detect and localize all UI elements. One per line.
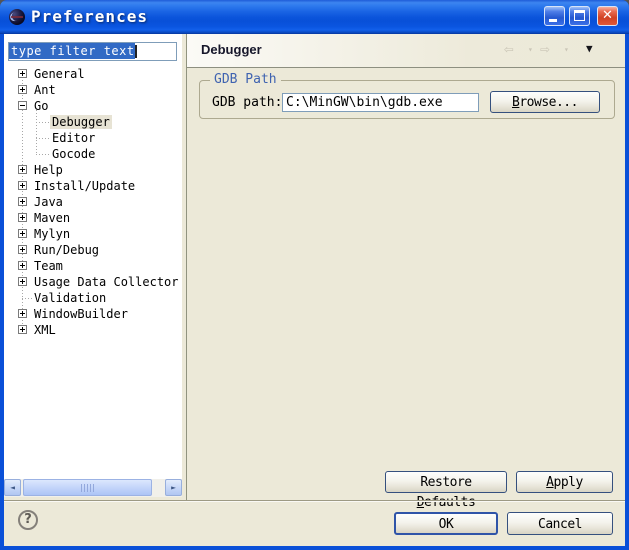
preferences-dialog: Preferences type filter text GeneralAntG… <box>0 0 629 550</box>
tree-expander-run-debug-icon[interactable] <box>18 245 27 254</box>
tree-item-go[interactable]: Go <box>32 99 50 113</box>
tree-row: Install/Update <box>4 178 182 194</box>
tree-item-team[interactable]: Team <box>32 259 65 273</box>
help-icon[interactable]: ? <box>18 510 38 530</box>
scrollbar-thumb[interactable] <box>23 479 152 496</box>
tree-item-general[interactable]: General <box>32 67 87 81</box>
tree-row: Debugger <box>4 114 182 130</box>
tree-item-editor[interactable]: Editor <box>50 131 97 145</box>
tree-row: Maven <box>4 210 182 226</box>
tree-expander-mylyn-icon[interactable] <box>18 229 27 238</box>
horizontal-scrollbar[interactable]: ◄ ► <box>4 479 182 497</box>
tree-item-install-update[interactable]: Install/Update <box>32 179 137 193</box>
page-title: Debugger <box>201 42 262 57</box>
tree-item-validation[interactable]: Validation <box>32 291 108 305</box>
tree-item-usage-data-collector[interactable]: Usage Data Collector <box>32 275 181 289</box>
minimize-button[interactable] <box>544 6 565 26</box>
back-dropdown-icon[interactable]: ▾ <box>528 45 533 54</box>
back-arrow-icon[interactable]: ⇦ <box>504 39 514 58</box>
tree-row: Java <box>4 194 182 210</box>
forward-arrow-icon[interactable]: ⇨ <box>540 39 550 58</box>
tree-expander-install-update-icon[interactable] <box>18 181 27 190</box>
tree-item-windowbuilder[interactable]: WindowBuilder <box>32 307 130 321</box>
tree-expander-help-icon[interactable] <box>18 165 27 174</box>
tree-item-maven[interactable]: Maven <box>32 211 72 225</box>
tree-item-java[interactable]: Java <box>32 195 65 209</box>
tree-expander-xml-icon[interactable] <box>18 325 27 334</box>
tree-row: XML <box>4 322 182 338</box>
preferences-tree: General Ant GoDebugger Editor Gocode Help Inst… <box>4 66 182 346</box>
footer-separator <box>4 500 625 501</box>
tree-item-run-debug[interactable]: Run/Debug <box>32 243 101 257</box>
tree-expander-java-icon[interactable] <box>18 197 27 206</box>
gdb-path-field-label: GDB path: <box>212 95 282 110</box>
tree-row: Mylyn <box>4 226 182 242</box>
browse-button[interactable]: Browse... <box>490 91 600 113</box>
panel-separator <box>186 34 187 500</box>
tree-row: Validation <box>4 290 182 306</box>
tree-row: Team <box>4 258 182 274</box>
tree-item-gocode[interactable]: Gocode <box>50 147 97 161</box>
tree-expander-ant-icon[interactable] <box>18 85 27 94</box>
tree-row: Go <box>4 98 182 114</box>
tree-expander-maven-icon[interactable] <box>18 213 27 222</box>
text-caret <box>135 45 137 58</box>
tree-item-xml[interactable]: XML <box>32 323 58 337</box>
tree-item-ant[interactable]: Ant <box>32 83 58 97</box>
tree-row: Run/Debug <box>4 242 182 258</box>
cancel-button[interactable]: Cancel <box>507 512 613 535</box>
gdb-path-group-label: GDB Path <box>210 72 281 87</box>
scroll-left-icon[interactable]: ◄ <box>4 479 21 496</box>
titlebar[interactable]: Preferences <box>0 0 629 34</box>
maximize-button[interactable] <box>569 6 590 26</box>
forward-dropdown-icon[interactable]: ▾ <box>564 45 569 54</box>
tree-panel: type filter text General Ant GoDebugger Edi… <box>4 34 182 497</box>
tree-row: Help <box>4 162 182 178</box>
tree-expander-team-icon[interactable] <box>18 261 27 270</box>
tree-row: Editor <box>4 130 182 146</box>
ok-button[interactable]: OK <box>394 512 498 535</box>
tree-row: Usage Data Collector <box>4 274 182 290</box>
tree-item-help[interactable]: Help <box>32 163 65 177</box>
tree-expander-general-icon[interactable] <box>18 69 27 78</box>
tree-row: General <box>4 66 182 82</box>
filter-input[interactable]: type filter text <box>8 42 177 61</box>
apply-button[interactable]: Apply <box>516 471 613 493</box>
eclipse-logo-icon <box>9 9 25 25</box>
close-button[interactable] <box>597 6 618 26</box>
view-menu-icon[interactable]: ▼ <box>586 42 593 55</box>
tree-expander-windowbuilder-icon[interactable] <box>18 309 27 318</box>
tree-expander-go-icon[interactable] <box>18 101 27 110</box>
tree-row: WindowBuilder <box>4 306 182 322</box>
filter-selected-text: type filter text <box>9 43 135 59</box>
restore-defaults-button[interactable]: Restore Defaults <box>385 471 507 493</box>
tree-item-debugger[interactable]: Debugger <box>50 115 112 129</box>
tree-expander-usage-data-collector-icon[interactable] <box>18 277 27 286</box>
gdb-path-input[interactable] <box>282 93 479 112</box>
tree-item-mylyn[interactable]: Mylyn <box>32 227 72 241</box>
tree-row: Gocode <box>4 146 182 162</box>
tree-row: Ant <box>4 82 182 98</box>
scroll-right-icon[interactable]: ► <box>165 479 182 496</box>
dialog-body: type filter text GeneralAntGoDebuggerEdi… <box>4 34 625 546</box>
window-title: Preferences <box>31 7 148 26</box>
page-header: Debugger <box>187 34 625 68</box>
